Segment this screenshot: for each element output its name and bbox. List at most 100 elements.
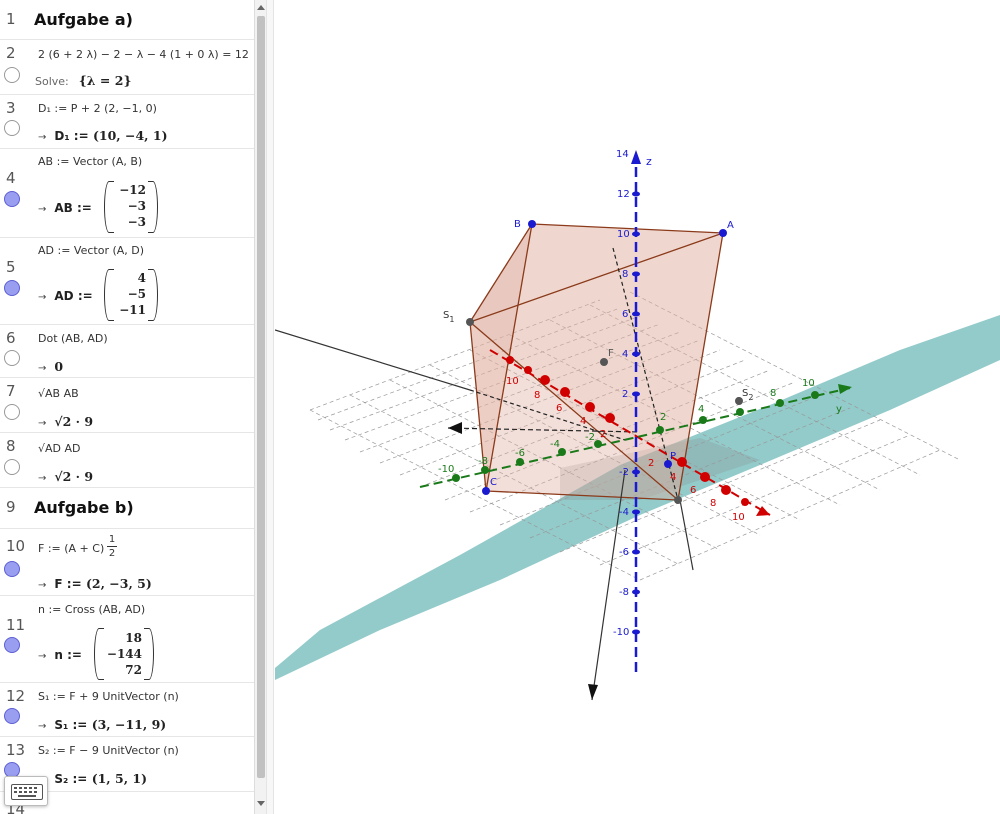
row-number: 3 <box>6 99 16 117</box>
y-tick-label: -10 <box>438 464 454 475</box>
arrow-icon: → <box>38 204 47 215</box>
left-paren <box>104 181 114 233</box>
row-number: 12 <box>6 687 26 705</box>
result: → AB := <box>38 200 92 215</box>
visibility-toggle[interactable] <box>4 404 20 420</box>
point-F[interactable] <box>600 358 608 366</box>
result-name: S₂ := <box>54 772 88 786</box>
scroll-down-icon[interactable] <box>257 801 265 806</box>
definition[interactable]: S₁ := F + 9 UnitVector (n) <box>38 690 179 703</box>
point-S1-label: S1 <box>443 310 454 324</box>
row-number: 8 <box>6 437 16 455</box>
algebra-scrollbar[interactable] <box>254 0 266 814</box>
visibility-toggle[interactable] <box>4 350 20 366</box>
y-tick-label: 2 <box>660 412 666 423</box>
keyboard-button[interactable] <box>4 776 48 806</box>
result: Solve: {λ = 2} <box>35 73 131 88</box>
algebra-row-5[interactable]: 5 AD := Vector (A, D) → AD := 4 −5 −11 <box>0 238 254 325</box>
arrow-icon: → <box>38 292 47 303</box>
z-tick-2: 2 <box>622 389 628 400</box>
definition[interactable]: AD := Vector (A, D) <box>38 244 144 257</box>
z-tick-m8: -8 <box>619 587 629 598</box>
point-A[interactable] <box>719 229 727 237</box>
component-z: 72 <box>125 663 142 677</box>
point-B[interactable] <box>528 220 536 228</box>
fraction-denominator: 2 <box>108 548 116 559</box>
z-tick-12: 12 <box>617 189 630 200</box>
z-tick-m4: -4 <box>619 507 629 518</box>
x-tick-label: 6 <box>556 403 562 414</box>
point-C-label: C <box>490 477 497 488</box>
scroll-thumb[interactable] <box>257 16 265 778</box>
visibility-toggle[interactable] <box>4 280 20 296</box>
component-y: −144 <box>106 647 142 661</box>
view-splitter[interactable] <box>266 0 274 814</box>
row-number: 11 <box>6 616 26 634</box>
y-tick-label: -6 <box>515 448 525 459</box>
point-C[interactable] <box>482 487 490 495</box>
z-tick-10: 10 <box>617 229 630 240</box>
result-value: {λ = 2} <box>78 73 132 88</box>
algebra-row-11[interactable]: 11 n := Cross (AB, AD) → n := 18 −144 72 <box>0 596 254 683</box>
row-number: 7 <box>6 382 16 400</box>
row-number: 4 <box>6 169 16 187</box>
vector-components: −12 −3 −3 <box>114 182 146 230</box>
algebra-row-9[interactable]: 9 Aufgabe b) <box>0 488 254 529</box>
row-number: 1 <box>6 10 16 28</box>
y-tick-label: 10 <box>802 378 815 389</box>
definition[interactable]: 2 (6 + 2 λ) − 2 − λ − 4 (1 + 0 λ) = 12 <box>38 48 249 61</box>
definition[interactable]: D₁ := P + 2 (2, −1, 0) <box>38 102 157 115</box>
definition[interactable]: AB := Vector (A, B) <box>38 155 142 168</box>
algebra-row-7[interactable]: 7 √AB AB → √2 · 9 <box>0 378 254 433</box>
visibility-toggle[interactable] <box>4 67 20 83</box>
algebra-row-4[interactable]: 4 AB := Vector (A, B) → AB := −12 −3 −3 <box>0 149 254 238</box>
definition[interactable]: F := (A + C) <box>38 542 104 555</box>
component-z: −3 <box>127 215 146 229</box>
result-value: √2 · 9 <box>54 469 94 484</box>
definition[interactable]: n := Cross (AB, AD) <box>38 603 145 616</box>
z-axis-arrow <box>631 150 641 164</box>
z-tick-m6: -6 <box>619 547 629 558</box>
heading-text[interactable]: Aufgabe a) <box>34 10 133 29</box>
algebra-row-1[interactable]: 1 Aufgabe a) <box>0 0 254 40</box>
point-D[interactable] <box>674 496 682 504</box>
point-P-label: P <box>670 451 676 462</box>
point-F-label: F <box>608 348 614 359</box>
algebra-row-8[interactable]: 8 √AD AD → √2 · 9 <box>0 433 254 488</box>
arrow-icon: → <box>38 132 47 143</box>
algebra-row-12[interactable]: 12 S₁ := F + 9 UnitVector (n) → S₁ := (3,… <box>0 683 254 737</box>
visibility-toggle[interactable] <box>4 120 20 136</box>
algebra-row-3[interactable]: 3 D₁ := P + 2 (2, −1, 0) → D₁ := (10, −4,… <box>0 95 254 149</box>
point-S1[interactable] <box>466 318 474 326</box>
algebra-row-10[interactable]: 10 F := (A + C) 1 2 → F := (2, −3, 5) <box>0 529 254 596</box>
visibility-toggle[interactable] <box>4 191 20 207</box>
result: → D₁ := (10, −4, 1) <box>38 128 168 143</box>
result-value: (3, −11, 9) <box>91 717 167 732</box>
z-tick-4: 4 <box>622 349 628 360</box>
fraction: 1 2 <box>107 534 117 559</box>
visibility-toggle[interactable] <box>4 561 20 577</box>
graphics-3d-view[interactable]: 14 12 10 8 6 4 2 -2 -4 -6 -8 -10 z 10 8 … <box>275 0 1000 814</box>
scroll-up-icon[interactable] <box>257 5 265 10</box>
visibility-toggle[interactable] <box>4 637 20 653</box>
algebra-row-6[interactable]: 6 Dot (AB, AD) → 0 <box>0 325 254 378</box>
definition[interactable]: √AD AD <box>38 442 81 455</box>
left-paren <box>94 628 104 680</box>
definition[interactable]: √AB AB <box>38 387 79 400</box>
arrow-icon: → <box>38 721 47 732</box>
y-tick-label: -8 <box>478 456 488 467</box>
result: → n := <box>38 647 82 662</box>
visibility-toggle[interactable] <box>4 459 20 475</box>
z-tick-8: 8 <box>622 269 628 280</box>
right-paren <box>148 181 158 233</box>
row-number: 5 <box>6 258 16 276</box>
visibility-toggle[interactable] <box>4 708 20 724</box>
arrow-icon: → <box>38 363 47 374</box>
definition[interactable]: Dot (AB, AD) <box>38 332 108 345</box>
result: → √2 · 9 <box>38 414 93 429</box>
heading-text[interactable]: Aufgabe b) <box>34 498 134 517</box>
algebra-row-2[interactable]: 2 2 (6 + 2 λ) − 2 − λ − 4 (1 + 0 λ) = 12… <box>0 40 254 95</box>
result-value: (1, 5, 1) <box>91 771 148 786</box>
graphics-3d-canvas[interactable]: 14 12 10 8 6 4 2 -2 -4 -6 -8 -10 z 10 8 … <box>275 0 1000 814</box>
definition[interactable]: S₂ := F − 9 UnitVector (n) <box>38 744 179 757</box>
